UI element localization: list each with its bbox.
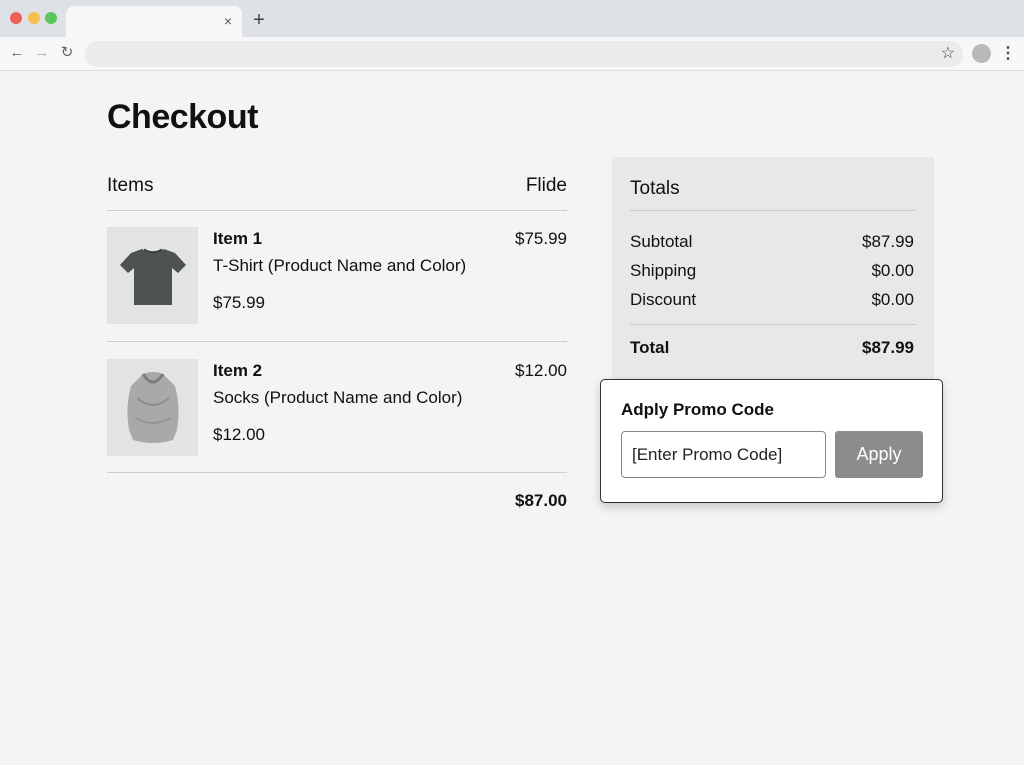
page-title: Checkout	[107, 98, 258, 136]
shipping-value: $0.00	[871, 261, 914, 280]
total-label: Total	[630, 338, 670, 357]
item-description: Socks (Product Name and Color)	[213, 388, 463, 407]
promo-code-title: Adply Promo Code	[621, 400, 775, 419]
apply-promo-button[interactable]: Apply	[835, 431, 923, 478]
discount-label: Discount	[630, 290, 697, 309]
profile-avatar[interactable]	[972, 44, 991, 63]
subtotal-label: Subtotal	[630, 232, 693, 251]
address-bar[interactable]: ☆	[85, 41, 963, 67]
tshirt-icon	[119, 248, 186, 305]
promo-code-popup: Adply Promo Code Apply	[600, 379, 943, 503]
product-image[interactable]	[107, 359, 198, 456]
item-description: T-Shirt (Product Name and Color)	[213, 256, 467, 275]
divider	[107, 210, 567, 211]
minimize-window-button[interactable]	[28, 12, 40, 24]
shipping-row: Shipping $0.00	[630, 261, 914, 281]
browser-tab[interactable]: ×	[66, 6, 242, 37]
back-arrow-icon[interactable]: ←	[8, 44, 26, 62]
divider	[630, 210, 916, 211]
item-row-1: Item 1 T-Shirt (Product Name and Color) …	[107, 227, 567, 325]
new-tab-icon[interactable]: +	[250, 9, 268, 31]
bookmark-star-icon[interactable]: ☆	[941, 44, 955, 64]
totals-panel: Totals Subtotal $87.99 Shipping $0.00 Di…	[612, 157, 934, 382]
item-label: Item 1	[213, 229, 263, 248]
forward-arrow-icon[interactable]: →	[33, 44, 51, 62]
close-window-button[interactable]	[10, 12, 22, 24]
browser-menu-icon[interactable]: ⋮	[1000, 44, 1016, 64]
maximize-window-button[interactable]	[45, 12, 57, 24]
totals-title: Totals	[630, 178, 680, 199]
items-total: $87.00	[515, 491, 567, 510]
divider	[630, 324, 916, 325]
browser-toolbar: ← → ↻ ☆ ⋮	[0, 37, 1024, 71]
items-column-header: Items	[107, 175, 154, 196]
item-row-2: Item 2 Socks (Product Name and Color) $1…	[107, 359, 567, 457]
price-column-header: Flide	[525, 175, 567, 196]
total-row: Total $87.99	[630, 338, 914, 358]
product-image[interactable]	[107, 227, 198, 324]
browser-tab-bar: × +	[0, 0, 1024, 37]
divider	[107, 341, 567, 342]
subtotal-row: Subtotal $87.99	[630, 232, 914, 252]
shipping-label: Shipping	[630, 261, 697, 280]
items-table-header: Items Flide	[107, 175, 567, 197]
item-price: $12.00	[515, 361, 567, 380]
sweater-icon	[126, 371, 179, 443]
discount-row: Discount $0.00	[630, 290, 914, 310]
item-price: $75.99	[515, 229, 567, 248]
close-icon[interactable]: ×	[220, 12, 236, 30]
item-unit-price: $12.00	[213, 425, 265, 444]
item-label: Item 2	[213, 361, 263, 380]
discount-value: $0.00	[871, 290, 914, 309]
subtotal-value: $87.99	[862, 232, 914, 251]
item-unit-price: $75.99	[213, 293, 265, 312]
total-value: $87.99	[862, 338, 914, 357]
promo-code-input[interactable]	[621, 431, 826, 478]
divider	[107, 472, 567, 473]
reload-icon[interactable]: ↻	[58, 44, 76, 62]
